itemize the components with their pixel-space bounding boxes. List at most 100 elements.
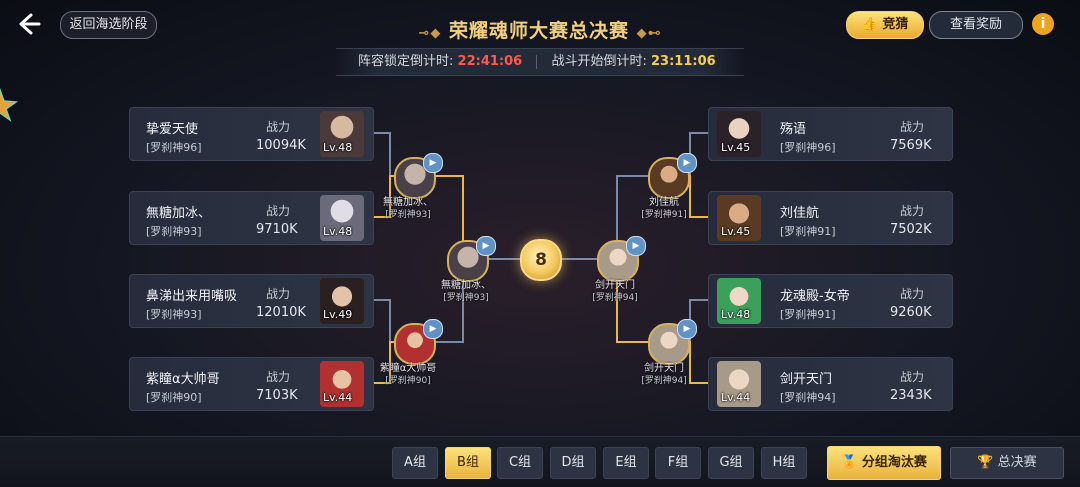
level-label: Lv.45: [721, 225, 751, 238]
group-knockout-button[interactable]: 🏅 分组淘汰赛: [827, 446, 941, 480]
guess-button[interactable]: 👍 竞猜: [846, 11, 924, 39]
player-team: [罗刹神90]: [146, 391, 202, 404]
player-card-left-4[interactable]: 紫瞳α大帅哥 [罗刹神90] 战力 7103K Lv.44: [129, 357, 374, 411]
player-team: [罗刹神96]: [780, 141, 836, 154]
play-replay-icon[interactable]: ▶: [626, 236, 646, 256]
level-label: Lv.44: [721, 391, 751, 404]
level-label: Lv.45: [721, 141, 751, 154]
timer-divider: [536, 54, 538, 69]
bracket-node-label: 剑开天门 [罗刹神94]: [592, 280, 638, 303]
player-name: 刘佳航: [780, 206, 820, 221]
player-card-left-2[interactable]: 無糖加冰、 [罗刹神93] 战力 9710K Lv.48: [129, 191, 374, 245]
knockout-label: 分组淘汰赛: [861, 455, 927, 470]
bracket-node-left-r1-top[interactable]: ▶: [394, 153, 443, 199]
battle-countdown-label: 战斗开始倒计时:: [551, 54, 647, 69]
trophy-icon: 🏆: [977, 455, 994, 470]
power-value: 7103K: [256, 388, 298, 403]
guess-label: 竞猜: [882, 17, 909, 32]
bracket-node-right-r2[interactable]: ▶: [597, 236, 646, 282]
player-team: [罗刹神91]: [780, 225, 836, 238]
play-replay-icon[interactable]: ▶: [677, 319, 697, 339]
player-name: 無糖加冰、: [146, 206, 212, 221]
power-label: 战力: [900, 120, 925, 134]
return-to-qualifier-button[interactable]: 返回海选阶段: [60, 11, 157, 39]
player-name: 剑开天门: [780, 372, 833, 387]
player-team: [罗刹神96]: [146, 141, 202, 154]
player-team: [罗刹神93]: [146, 308, 202, 321]
player-team: [罗刹神91]: [780, 308, 836, 321]
bracket-node-left-r1-bottom[interactable]: ▶: [394, 319, 443, 365]
bracket-node-left-r2[interactable]: ▶: [447, 236, 496, 282]
power-label: 战力: [266, 370, 291, 384]
bracket-node-label: 刘佳航 [罗刹神91]: [641, 197, 687, 220]
tab-group-h[interactable]: H组: [761, 447, 807, 479]
final-label: 总决赛: [997, 455, 1037, 470]
tab-group-e[interactable]: E组: [603, 447, 649, 479]
player-name: 龙魂殿-女帝: [780, 289, 850, 304]
power-label: 战力: [900, 204, 925, 218]
player-card-left-3[interactable]: 鼻涕出来用嘴吸 [罗刹神93] 战力 12010K Lv.49: [129, 274, 374, 328]
power-value: 9710K: [256, 222, 298, 237]
player-card-right-4[interactable]: Lv.44 剑开天门 [罗刹神94] 战力 2343K: [708, 357, 953, 411]
page-title-text: 荣耀魂师大赛总决赛: [448, 20, 629, 42]
lock-countdown-value: 22:41:06: [457, 54, 523, 69]
player-card-left-1[interactable]: 挚爱天使 [罗刹神96] 战力 10094K Lv.48: [129, 107, 374, 161]
level-label: Lv.48: [721, 308, 751, 321]
title-left-ornament-icon: ⊸◆: [418, 26, 442, 41]
view-rewards-button[interactable]: 查看奖励: [929, 11, 1023, 39]
page-title: ⊸◆ 荣耀魂师大赛总决赛 ◆⊷: [390, 16, 690, 43]
bracket-node-label: 無糖加冰、 [罗刹神93]: [383, 197, 433, 220]
back-arrow-icon[interactable]: [14, 10, 42, 38]
level-label: Lv.44: [323, 391, 353, 404]
tab-group-b[interactable]: B组: [445, 447, 491, 479]
tab-group-f[interactable]: F组: [655, 447, 701, 479]
countdown-bar: 阵容锁定倒计时: 22:41:06 战斗开始倒计时: 23:11:06: [336, 48, 744, 76]
power-label: 战力: [900, 370, 925, 384]
grand-final-button[interactable]: 🏆 总决赛: [950, 447, 1064, 479]
power-value: 7502K: [890, 222, 932, 237]
power-label: 战力: [266, 120, 291, 134]
player-card-right-3[interactable]: Lv.48 龙魂殿-女帝 [罗刹神91] 战力 9260K: [708, 274, 953, 328]
power-value: 2343K: [890, 388, 932, 403]
lock-countdown-label: 阵容锁定倒计时:: [358, 54, 454, 69]
power-value: 12010K: [256, 305, 306, 320]
player-team: [罗刹神93]: [146, 225, 202, 238]
power-label: 战力: [266, 204, 291, 218]
level-label: Lv.48: [323, 141, 353, 154]
power-value: 9260K: [890, 305, 932, 320]
bracket-line: [372, 132, 394, 177]
level-label: Lv.48: [323, 225, 353, 238]
bracket-line: [372, 299, 394, 343]
thumbs-up-icon: 👍: [861, 17, 878, 32]
power-value: 7569K: [890, 138, 932, 153]
play-replay-icon[interactable]: ▶: [677, 153, 697, 173]
tab-group-c[interactable]: C组: [497, 447, 543, 479]
play-replay-icon[interactable]: ▶: [423, 319, 443, 339]
bracket-node-right-r1-top[interactable]: ▶: [648, 153, 697, 199]
play-replay-icon[interactable]: ▶: [476, 236, 496, 256]
play-replay-icon[interactable]: ▶: [423, 153, 443, 173]
player-card-right-2[interactable]: Lv.45 刘佳航 [罗刹神91] 战力 7502K: [708, 191, 953, 245]
tab-group-g[interactable]: G组: [708, 447, 754, 479]
info-icon[interactable]: i: [1032, 13, 1054, 35]
level-label: Lv.49: [323, 308, 353, 321]
power-value: 10094K: [256, 138, 306, 153]
medal-icon: 🏅: [841, 455, 858, 470]
player-name: 紫瞳α大帅哥: [146, 372, 220, 387]
player-name: 殇语: [780, 122, 807, 137]
player-name: 鼻涕出来用嘴吸: [146, 289, 238, 304]
power-label: 战力: [266, 287, 291, 301]
player-team: [罗刹神94]: [780, 391, 836, 404]
bracket-node-label: 紫瞳α大帅哥 [罗刹神90]: [379, 363, 437, 386]
player-card-right-1[interactable]: Lv.45 殇语 [罗刹神96] 战力 7569K: [708, 107, 953, 161]
side-star-icon[interactable]: [0, 87, 19, 122]
round-of-8-badge: 8: [520, 239, 562, 281]
tab-group-d[interactable]: D组: [550, 447, 596, 479]
bracket-node-label: 無糖加冰、 [罗刹神93]: [441, 280, 491, 303]
player-name: 挚爱天使: [146, 122, 199, 137]
bracket-node-right-r1-bottom[interactable]: ▶: [648, 319, 697, 365]
tab-group-a[interactable]: A组: [392, 447, 438, 479]
battle-countdown-value: 23:11:06: [651, 54, 716, 69]
title-right-ornament-icon: ◆⊷: [636, 26, 662, 41]
power-label: 战力: [900, 287, 925, 301]
